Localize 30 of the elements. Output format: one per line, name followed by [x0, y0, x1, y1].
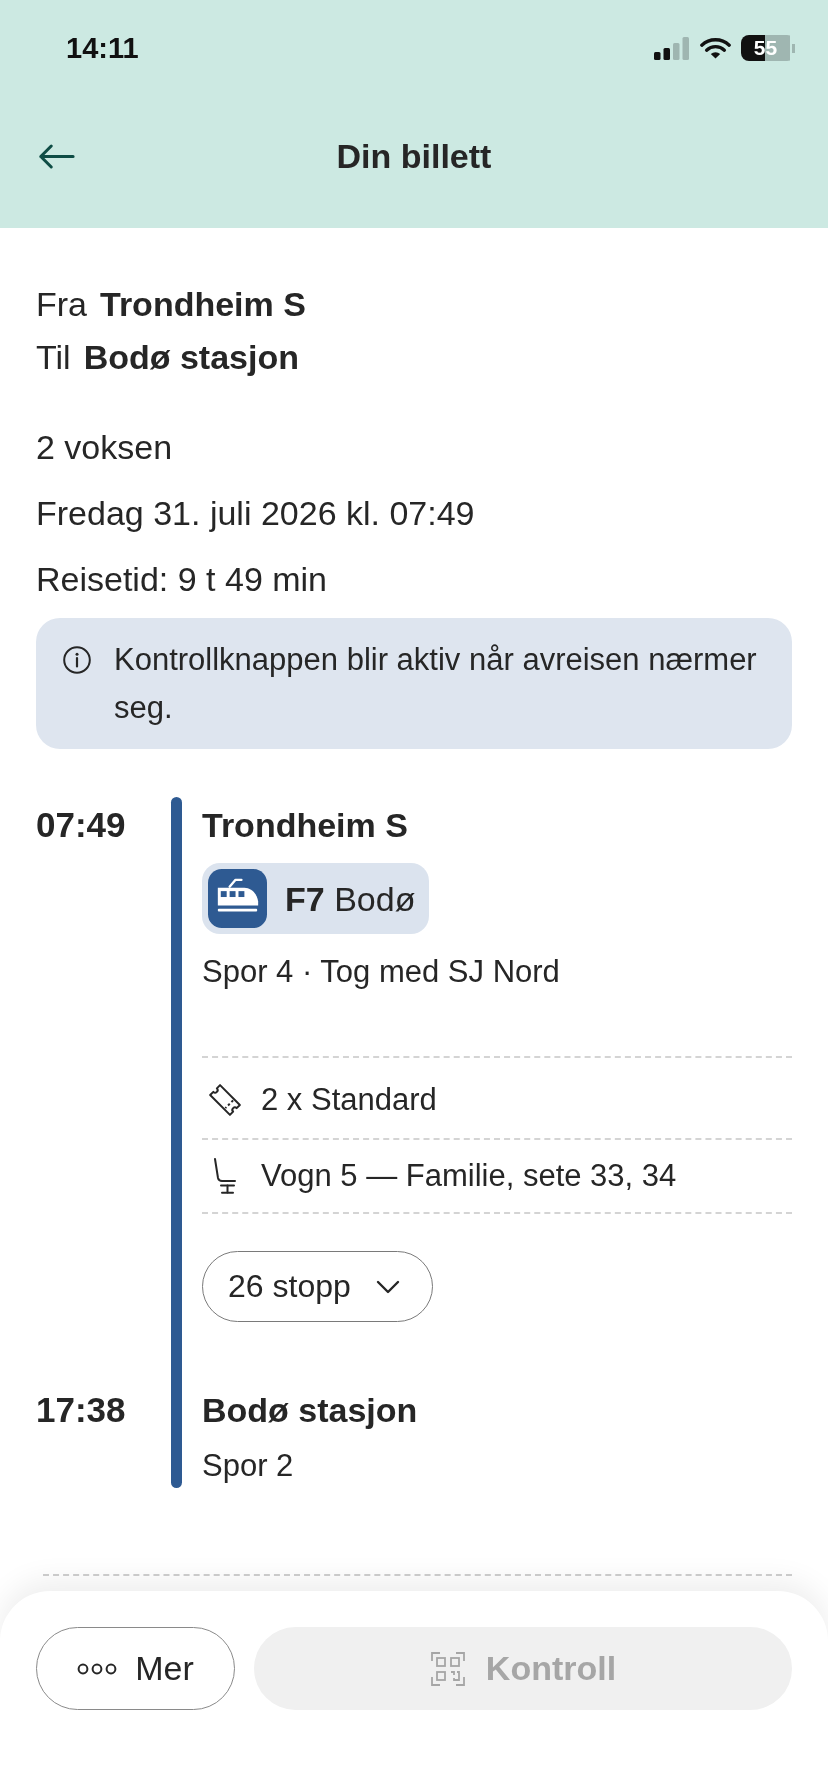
train-icon [208, 869, 267, 928]
departure-time: 07:49 [36, 804, 126, 846]
station-name: Bodø stasjon [202, 1390, 418, 1431]
trip-detail: 2 voksen [36, 427, 173, 468]
train-line-label: F7 Bodø [285, 878, 416, 919]
stops-toggle-button[interactable]: 26 stopp [202, 1251, 433, 1322]
more-button[interactable]: Mer [36, 1627, 235, 1710]
more-dots-icon[interactable] [77, 1662, 118, 1675]
station-name: Trondheim S [100, 284, 306, 325]
station-name: Bodø stasjon [83, 337, 299, 378]
wifi-icon [700, 37, 731, 59]
route-label: Fra [36, 284, 87, 325]
info-icon [63, 646, 91, 674]
trip-detail: Fredag 31. juli 2026 kl. 07:49 [36, 493, 475, 534]
status-time: 14:11 [66, 31, 139, 65]
station-name: Trondheim S [202, 805, 408, 846]
route-label: Til [36, 337, 71, 378]
back-arrow-icon[interactable] [37, 142, 75, 170]
arrival-time: 17:38 [36, 1389, 126, 1431]
ticket-icon [206, 1081, 244, 1119]
page-title: Din billett [336, 136, 492, 176]
trip-detail: Reisetid: 9 t 49 min [36, 559, 328, 600]
seat-icon [212, 1157, 238, 1195]
platform-info: Spor 4 · Tog med SJ Nord [202, 953, 560, 991]
signal-icon [654, 36, 690, 60]
ticket-info: 2 x Standard [261, 1081, 437, 1119]
seat-info: Vogn 5 — Familie, sete 33, 34 [261, 1157, 677, 1195]
platform-info: Spor 2 [202, 1447, 294, 1485]
chevron-icon[interactable] [375, 1279, 400, 1294]
notice-text: Kontrollknappen blir aktiv når avreisen nærmer seg. [114, 641, 758, 727]
